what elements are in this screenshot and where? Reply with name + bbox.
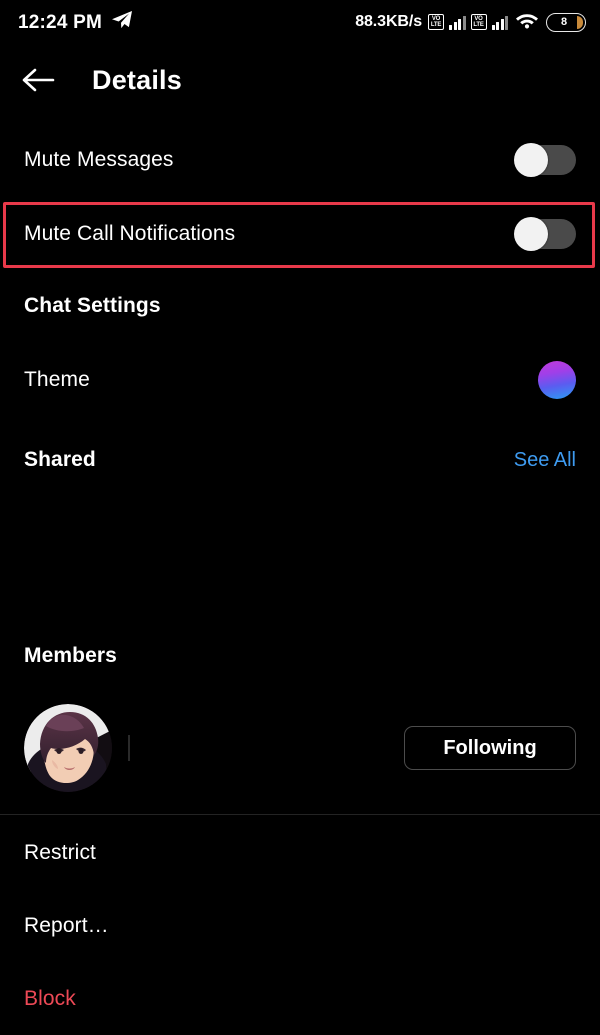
volte-icon: VO LTE xyxy=(428,14,444,30)
block-label: Block xyxy=(24,987,76,1010)
details-screen: 12:24 PM 88.3KB/s VO LTE VO LTE 8 Detail… xyxy=(0,0,600,1035)
chat-settings-title: Chat Settings xyxy=(24,294,161,317)
status-bar-left: 12:24 PM xyxy=(18,10,133,35)
restrict-label: Restrict xyxy=(24,841,96,864)
toggle-knob xyxy=(514,217,548,251)
row-mute-call-notifications[interactable]: Mute Call Notifications xyxy=(0,210,600,258)
status-bar-right: 88.3KB/s VO LTE VO LTE 8 xyxy=(355,11,586,34)
wifi-icon xyxy=(515,11,539,34)
action-restrict[interactable]: Restrict xyxy=(0,835,600,871)
section-header-chat-settings: Chat Settings xyxy=(0,288,600,324)
row-mute-messages[interactable]: Mute Messages xyxy=(0,136,600,184)
member-list-item[interactable]: Following xyxy=(0,703,600,793)
mute-messages-toggle[interactable] xyxy=(514,143,576,177)
report-label: Report… xyxy=(24,914,109,937)
action-block[interactable]: Block xyxy=(0,981,600,1017)
telegram-send-icon xyxy=(111,10,133,35)
volte-label-bottom-2: LTE xyxy=(473,22,484,28)
shared-title: Shared xyxy=(24,448,96,471)
battery-icon: 8 xyxy=(546,12,586,32)
user-avatar[interactable] xyxy=(24,704,112,792)
row-shared: Shared See All xyxy=(0,442,600,478)
volte-label-bottom: LTE xyxy=(430,22,442,28)
volte-icon-sim2: VO LTE xyxy=(470,14,487,30)
signal-bars-sim1-icon xyxy=(449,14,466,30)
mute-call-notifications-toggle[interactable] xyxy=(514,217,576,251)
status-bar-clock: 12:24 PM xyxy=(18,11,102,33)
network-speed-label: 88.3KB/s xyxy=(355,13,422,30)
page-header: Details xyxy=(0,52,600,108)
member-username xyxy=(128,735,138,761)
theme-label: Theme xyxy=(24,368,90,391)
battery-level-label: 8 xyxy=(560,16,568,28)
mute-call-notifications-label: Mute Call Notifications xyxy=(24,222,236,245)
section-divider xyxy=(0,814,600,815)
theme-color-swatch[interactable] xyxy=(538,361,576,399)
row-theme[interactable]: Theme xyxy=(0,360,600,400)
mute-messages-label: Mute Messages xyxy=(24,148,174,171)
page-title: Details xyxy=(92,64,182,95)
following-button[interactable]: Following xyxy=(404,726,576,770)
see-all-link[interactable]: See All xyxy=(514,449,576,472)
back-arrow-icon[interactable] xyxy=(22,67,56,93)
section-header-members: Members xyxy=(0,638,600,674)
action-report[interactable]: Report… xyxy=(0,908,600,944)
status-bar: 12:24 PM 88.3KB/s VO LTE VO LTE 8 xyxy=(0,0,600,44)
signal-bars-sim2-icon xyxy=(491,14,508,30)
members-title: Members xyxy=(24,644,117,667)
toggle-knob xyxy=(514,143,548,177)
